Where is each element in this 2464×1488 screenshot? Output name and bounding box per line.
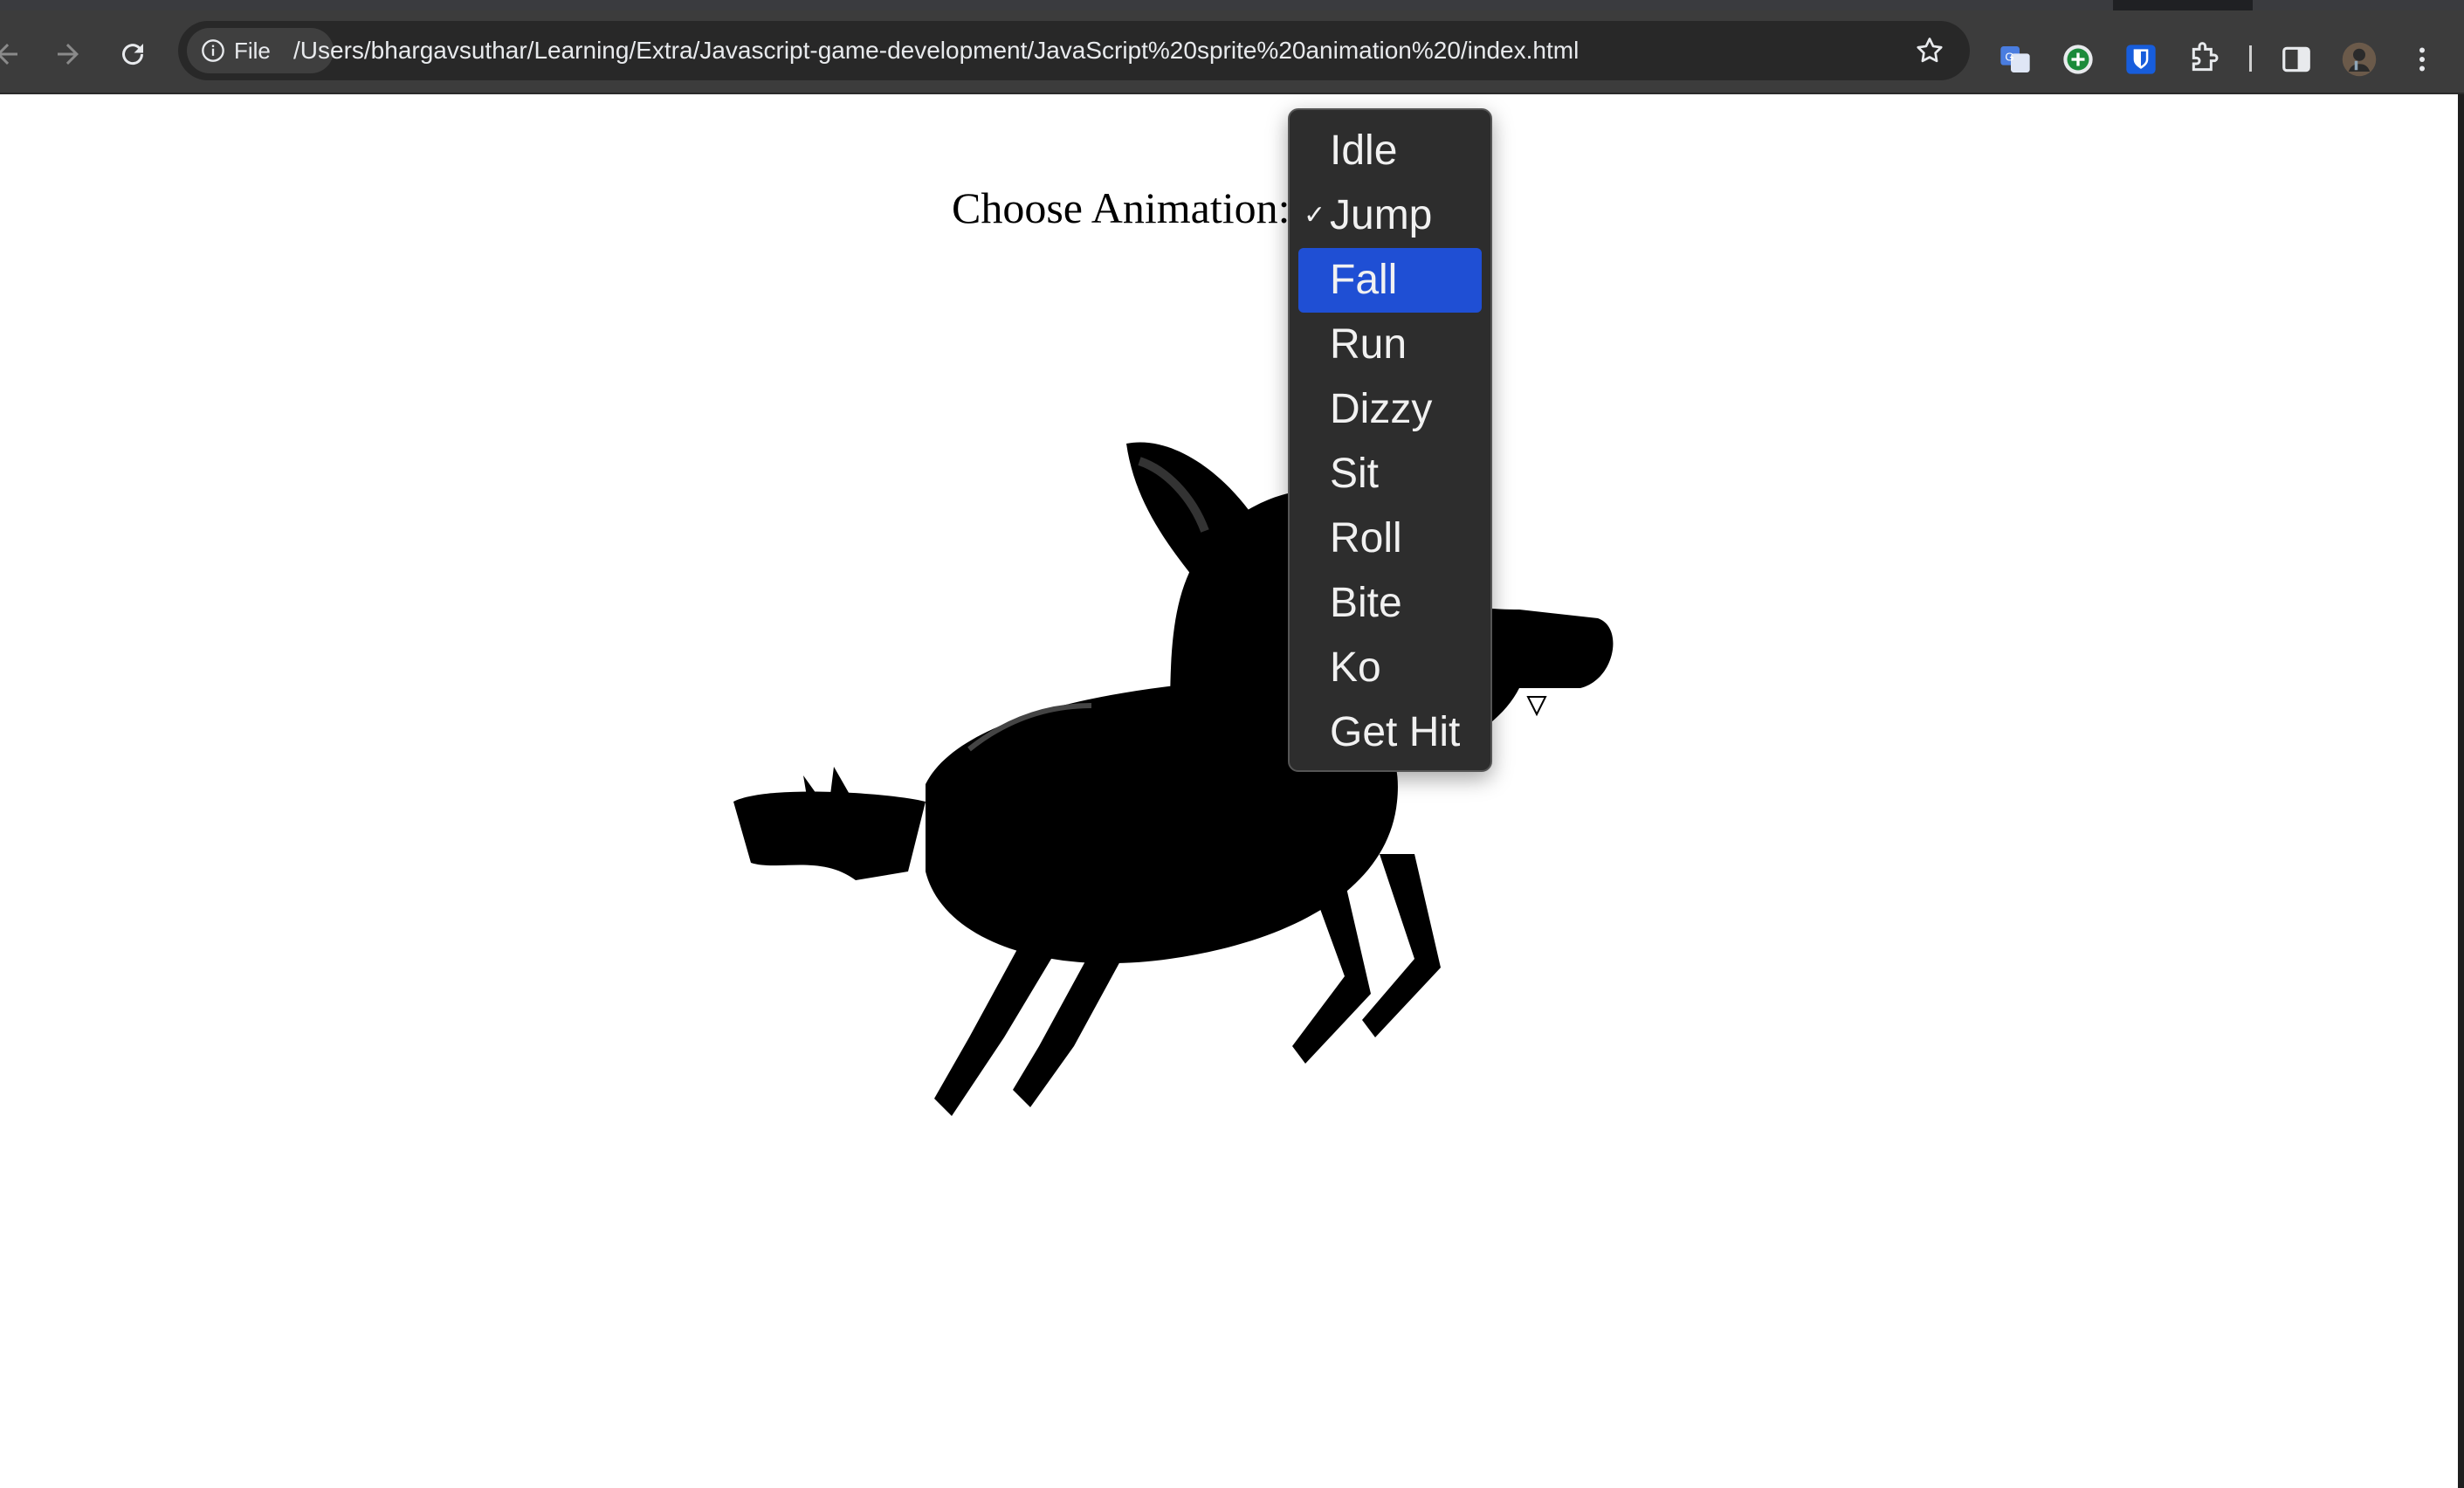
active-tab-edge <box>0 0 2113 10</box>
star-icon <box>1917 38 1943 63</box>
option-bite[interactable]: Bite <box>1298 571 1482 636</box>
checkmark-icon: ✓ <box>1304 201 1326 230</box>
address-bar[interactable]: File /Users/bhargavsuthar/Learning/Extra… <box>178 21 1970 80</box>
bitwarden-extension[interactable] <box>2122 40 2160 79</box>
option-ko[interactable]: Ko <box>1298 636 1482 700</box>
side-panel-button[interactable] <box>2277 40 2316 79</box>
forward-arrow-icon <box>58 44 79 65</box>
add-extension[interactable] <box>2059 40 2097 79</box>
more-menu-icon <box>2419 47 2425 72</box>
back-button[interactable] <box>0 30 31 79</box>
bookmark-button[interactable] <box>1910 31 1949 70</box>
add-extension-icon <box>2063 45 2093 74</box>
option-run[interactable]: Run <box>1298 313 1482 377</box>
back-arrow-icon <box>0 44 17 65</box>
sprite-canvas <box>681 313 1642 1273</box>
tab-strip <box>0 0 2464 10</box>
svg-text:G: G <box>2005 51 2013 64</box>
browser-toolbar: File /Users/bhargavsuthar/Learning/Extra… <box>0 10 2464 94</box>
option-get-hit[interactable]: Get Hit <box>1298 700 1482 765</box>
puzzle-icon <box>2192 42 2219 72</box>
extensions-button[interactable] <box>2185 40 2223 79</box>
option-fall[interactable]: Fall <box>1298 248 1482 313</box>
shadow-dog-sprite <box>733 433 1614 1116</box>
profile-button[interactable] <box>2340 40 2378 79</box>
side-panel-icon <box>2282 46 2310 72</box>
site-chip-label: File <box>234 37 271 64</box>
option-idle[interactable]: Idle <box>1298 119 1482 183</box>
window-edge <box>2458 94 2464 1488</box>
profile-avatar <box>2342 42 2377 77</box>
option-roll[interactable]: Roll <box>1298 506 1482 571</box>
bitwarden-icon <box>2126 45 2156 74</box>
option-sit[interactable]: Sit <box>1298 442 1482 506</box>
option-dizzy[interactable]: Dizzy <box>1298 377 1482 442</box>
choose-animation-label: Choose Animation: <box>952 183 1291 232</box>
option-jump[interactable]: ✓ Jump <box>1298 183 1482 248</box>
reload-button[interactable] <box>108 30 157 79</box>
animation-select-dropdown[interactable]: Idle ✓ Jump Fall Run Dizzy Sit Roll Bite… <box>1288 108 1492 772</box>
reload-icon <box>122 44 144 65</box>
forward-button[interactable] <box>44 30 93 79</box>
page-content: Choose Animation: <box>0 94 2464 1488</box>
translate-extension[interactable]: G <box>1996 40 2034 79</box>
tab-edge <box>2253 0 2464 10</box>
url-text[interactable]: /Users/bhargavsuthar/Learning/Extra/Java… <box>293 21 1579 80</box>
more-menu-button[interactable] <box>2403 40 2441 79</box>
info-icon <box>202 39 224 62</box>
toolbar-divider <box>2249 45 2252 72</box>
translate-icon: G <box>2000 46 2030 72</box>
